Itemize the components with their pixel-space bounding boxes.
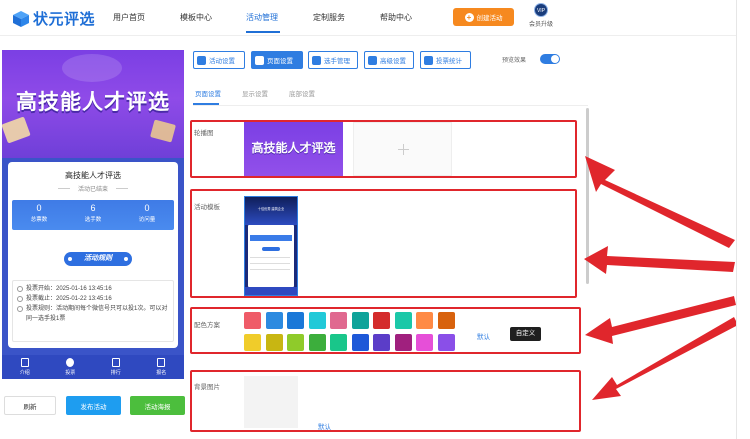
- banner-title: 高技能人才评选: [16, 91, 170, 114]
- nav-custom-service[interactable]: 定制服务: [313, 12, 345, 23]
- subtab-footer-settings[interactable]: 底部设置: [289, 88, 315, 98]
- activity-status: 活动已结束: [58, 184, 128, 193]
- info-vote-start: 投票开始：2025-01-16 13:45:16: [17, 284, 169, 294]
- brand-logo[interactable]: 状元评选: [12, 8, 95, 29]
- banner-decoration: [62, 54, 122, 82]
- highlight-carousel: [190, 120, 577, 178]
- stat-value: 6: [90, 203, 96, 213]
- activity-title: 高技能人才评选: [65, 171, 121, 180]
- nav-activity-management[interactable]: 活动管理: [246, 12, 278, 23]
- stat-label: 访问量: [138, 217, 156, 223]
- activity-info-box: 投票开始：2025-01-16 13:45:16 投票截止：2025-01-22…: [12, 280, 174, 342]
- publish-button[interactable]: 发布活动: [66, 396, 121, 415]
- subtab-display-settings[interactable]: 显示设置: [242, 88, 268, 98]
- button-label: 选手管理: [324, 58, 350, 65]
- stat-contestants: 6 选手数: [66, 200, 120, 230]
- stat-label: 选手数: [84, 217, 102, 223]
- stat-total-votes: 0 总票数: [12, 200, 66, 230]
- user-icon: [157, 358, 166, 367]
- info-vote-end: 投票截止：2025-01-22 13:45:16: [17, 294, 169, 304]
- tab-label: 介绍: [19, 370, 30, 376]
- tab-signup[interactable]: 报名: [139, 355, 185, 379]
- stat-label: 总票数: [30, 217, 48, 223]
- mobile-preview: 高技能人才评选 高技能人才评选 活动已结束 0 总票数 6 选手数 0 访问量 …: [2, 50, 184, 379]
- vip-badge-icon: VIP: [534, 3, 548, 17]
- highlight-template: [190, 189, 577, 298]
- activity-rules-button[interactable]: 活动规则: [64, 252, 132, 266]
- info-text: 投票截止：2025-01-22 13:45:16: [26, 296, 112, 302]
- contestant-management-button[interactable]: 选手管理: [308, 51, 358, 69]
- window-edge: [736, 0, 750, 439]
- activity-settings-button[interactable]: 活动设置: [193, 51, 245, 69]
- info-icon: [17, 306, 23, 312]
- create-activity-button[interactable]: + 创建活动: [453, 8, 514, 26]
- stats-panel: 0 总票数 6 选手数 0 访问量: [12, 200, 174, 230]
- tab-label: 投票: [65, 370, 76, 376]
- page-settings-subtabs: 页面设置 显示设置 底部设置: [193, 86, 588, 106]
- nav-home[interactable]: 用户首页: [113, 12, 145, 23]
- document-icon: [20, 358, 29, 367]
- bar-chart-icon: [424, 55, 433, 65]
- brand-name: 状元评选: [33, 11, 96, 28]
- nav-help[interactable]: 帮助中心: [380, 12, 412, 23]
- stat-value: 0: [144, 203, 150, 213]
- nav-templates[interactable]: 模板中心: [180, 12, 212, 23]
- button-label: 页面设置: [267, 58, 293, 65]
- advanced-settings-button[interactable]: 高级设置: [364, 51, 414, 69]
- vip-upgrade-label: 会员升级: [528, 22, 553, 28]
- subtab-active-indicator: [193, 103, 219, 105]
- button-label: 投票统计: [436, 58, 462, 65]
- stat-visits: 0 访问量: [120, 200, 174, 230]
- info-text: 投票规则：活动期间每个微信号只可以投1次。可以对同一选手投1票: [26, 306, 168, 322]
- subtab-page-settings[interactable]: 页面设置: [195, 88, 221, 98]
- tab-label: 报名: [156, 370, 167, 376]
- highlight-color-scheme: [190, 307, 581, 354]
- vote-statistics-button[interactable]: 投票统计: [420, 51, 471, 69]
- vip-upgrade[interactable]: VIP 会员升级: [526, 3, 556, 28]
- plus-icon: +: [464, 12, 474, 22]
- layout-icon: [255, 55, 264, 65]
- button-label: 高级设置: [380, 58, 406, 65]
- banner-decoration: [150, 119, 176, 143]
- clock-icon: [17, 296, 23, 302]
- button-label: 活动设置: [209, 58, 235, 65]
- preview-banner: 高技能人才评选: [2, 50, 184, 158]
- create-activity-label: 创建活动: [476, 15, 503, 22]
- stat-value: 0: [36, 203, 42, 213]
- activity-card: 高技能人才评选 活动已结束 0 总票数 6 选手数 0 访问量 活动规则 投票开…: [8, 162, 178, 348]
- poster-button[interactable]: 活动海报: [130, 396, 185, 415]
- users-icon: [312, 55, 321, 65]
- annotation-arrow: [585, 296, 736, 344]
- refresh-button[interactable]: 刷新: [4, 396, 56, 415]
- tab-label: 排行: [110, 370, 121, 376]
- annotation-arrow: [584, 246, 735, 274]
- vote-icon: [66, 358, 75, 367]
- banner-decoration: [2, 116, 31, 144]
- cube-logo-icon: [12, 10, 30, 28]
- annotation-arrow: [585, 156, 735, 248]
- tab-vote[interactable]: 投票: [48, 355, 94, 379]
- chart-icon: [111, 358, 120, 367]
- info-text: 投票开始：2025-01-16 13:45:16: [26, 286, 112, 292]
- preview-tabbar: 介绍 投票 排行 报名: [2, 355, 184, 379]
- clock-icon: [17, 286, 23, 292]
- info-vote-rules: 投票规则：活动期间每个微信号只可以投1次。可以对同一选手投1票: [17, 304, 169, 324]
- settings-scrollbar[interactable]: [586, 108, 589, 284]
- preview-toggle-switch[interactable]: [540, 54, 560, 64]
- tab-ranking[interactable]: 排行: [93, 355, 139, 379]
- preview-actions: 刷新 发布活动 活动海报: [4, 396, 186, 416]
- page-settings-button[interactable]: 页面设置: [251, 51, 303, 69]
- preview-toggle-label: 预览效果: [502, 58, 527, 64]
- tab-intro[interactable]: 介绍: [2, 355, 48, 379]
- nav-active-indicator: [246, 31, 280, 33]
- sliders-icon: [368, 55, 377, 65]
- highlight-background: [190, 370, 581, 432]
- page-root: 状元评选 用户首页 模板中心 活动管理 定制服务 帮助中心 + 创建活动 VIP…: [0, 0, 750, 439]
- gear-icon: [197, 55, 206, 65]
- annotation-arrow: [592, 317, 738, 400]
- top-header: 状元评选 用户首页 模板中心 活动管理 定制服务 帮助中心 + 创建活动 VIP…: [0, 0, 750, 36]
